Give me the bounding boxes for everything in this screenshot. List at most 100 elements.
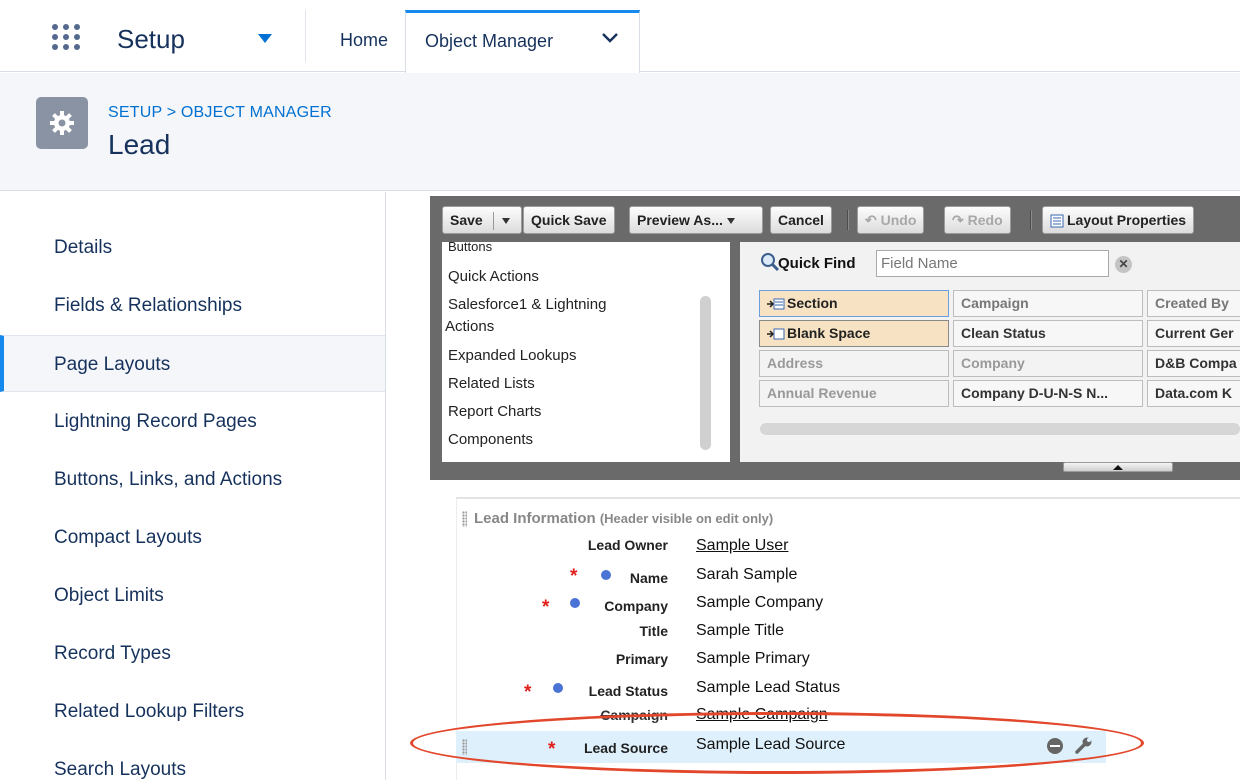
field-label-name: Name bbox=[629, 570, 668, 586]
always-on-layout-dot bbox=[570, 598, 580, 608]
app-name: Setup bbox=[117, 24, 185, 54]
app-menu-caret-icon[interactable] bbox=[258, 34, 272, 43]
quick-find-input[interactable] bbox=[876, 250, 1109, 277]
preview-dropdown-caret-icon[interactable] bbox=[726, 218, 735, 225]
palette-category-actions[interactable]: Actions bbox=[445, 318, 494, 335]
palette-field-blank-space[interactable]: Blank Space bbox=[759, 320, 949, 347]
palette-field-company-duns[interactable]: Company D-U-N-S N... bbox=[953, 380, 1143, 407]
field-value-title[interactable]: Sample Title bbox=[696, 622, 784, 640]
quick-save-button[interactable]: Quick Save bbox=[523, 206, 615, 234]
palette-field-current-generator[interactable]: Current Ger bbox=[1147, 320, 1240, 347]
sidebar-item-search-layouts[interactable]: Search Layouts bbox=[0, 741, 385, 780]
tab-object-manager[interactable]: Object Manager bbox=[405, 10, 640, 73]
palette-category-components[interactable]: Components bbox=[448, 431, 533, 448]
sidebar-item-details[interactable]: Details bbox=[0, 219, 385, 276]
field-value-name[interactable]: Sarah Sample bbox=[696, 566, 797, 584]
field-label-title: Title bbox=[639, 623, 668, 639]
undo-button[interactable]: ↶ Undo bbox=[857, 206, 925, 234]
layout-properties-icon bbox=[1050, 214, 1064, 228]
palette-category-quick-actions[interactable]: Quick Actions bbox=[448, 268, 539, 285]
palette-field-address[interactable]: Address bbox=[759, 350, 949, 377]
section-note: (Header visible on edit only) bbox=[599, 511, 774, 526]
field-value-primary[interactable]: Sample Primary bbox=[696, 650, 810, 668]
app-launcher-icon[interactable] bbox=[52, 24, 88, 50]
layout-toolbar: Save Quick Save Preview As... Cancel ↶ U… bbox=[442, 206, 1240, 236]
palette-field-campaign[interactable]: Campaign bbox=[953, 290, 1143, 317]
breadcrumb-separator: > bbox=[162, 104, 181, 121]
sidebar-item-compact-layouts[interactable]: Compact Layouts bbox=[0, 509, 385, 566]
search-icon bbox=[761, 253, 780, 272]
save-button-label: Save bbox=[450, 212, 483, 228]
collapse-palette-handle[interactable] bbox=[1063, 462, 1173, 472]
palette-horizontal-scrollbar[interactable] bbox=[760, 423, 1240, 435]
preview-as-button[interactable]: Preview As... bbox=[629, 206, 763, 234]
redo-label: Redo bbox=[967, 212, 1003, 228]
toolbar-separator bbox=[847, 210, 849, 230]
field-label-company: Company bbox=[604, 598, 668, 614]
redo-icon: ↷ bbox=[952, 212, 964, 228]
field-value-company[interactable]: Sample Company bbox=[696, 594, 823, 612]
page-title: Lead bbox=[108, 129, 171, 160]
required-asterisk: * bbox=[570, 566, 578, 587]
field-value-lead-owner[interactable]: Sample User bbox=[696, 537, 788, 555]
field-value-lead-status[interactable]: Sample Lead Status bbox=[696, 679, 840, 697]
collapse-arrow-icon bbox=[1113, 465, 1123, 470]
palette-category-salesforce1-lightning[interactable]: Salesforce1 & Lightning bbox=[448, 296, 606, 313]
blank-space-icon bbox=[767, 328, 785, 340]
section-title-text: Lead Information bbox=[474, 510, 596, 527]
save-dropdown-caret-icon[interactable] bbox=[501, 218, 510, 225]
sidebar-item-object-limits[interactable]: Object Limits bbox=[0, 567, 385, 624]
field-label-primary: Primary bbox=[615, 651, 668, 667]
palette-field-data-com-key[interactable]: Data.com K bbox=[1147, 380, 1240, 407]
save-button[interactable]: Save bbox=[442, 206, 522, 234]
sidebar-item-record-types[interactable]: Record Types bbox=[0, 625, 385, 682]
nav-divider bbox=[305, 10, 306, 62]
section-title[interactable]: Lead Information (Header visible on edit… bbox=[474, 510, 773, 527]
sidebar-item-related-lookup-filters[interactable]: Related Lookup Filters bbox=[0, 683, 385, 740]
palette-scrollbar[interactable] bbox=[700, 296, 711, 450]
layout-properties-button[interactable]: Layout Properties bbox=[1042, 206, 1195, 234]
palette-category-buttons[interactable]: Buttons bbox=[448, 242, 492, 255]
palette-field-annual-revenue[interactable]: Annual Revenue bbox=[759, 380, 949, 407]
global-header: Setup Home Object Manager bbox=[0, 0, 1240, 73]
page-header: SETUP > OBJECT MANAGER Lead bbox=[0, 73, 1240, 191]
sidebar-item-page-layouts[interactable]: Page Layouts bbox=[0, 335, 385, 392]
palette-category-list: Buttons Quick Actions Salesforce1 & Ligh… bbox=[442, 242, 730, 462]
chevron-down-icon[interactable] bbox=[601, 31, 619, 45]
clear-search-icon[interactable]: ✕ bbox=[1115, 256, 1132, 273]
always-on-layout-dot bbox=[553, 683, 563, 693]
cancel-button[interactable]: Cancel bbox=[770, 206, 832, 234]
palette-field-dnb-company[interactable]: D&B Compa bbox=[1147, 350, 1240, 377]
palette-field-label: Section bbox=[787, 295, 838, 311]
palette-category-related-lists[interactable]: Related Lists bbox=[448, 375, 535, 392]
split-divider bbox=[492, 212, 494, 231]
sidebar-item-fields-relationships[interactable]: Fields & Relationships bbox=[0, 277, 385, 334]
layout-properties-label: Layout Properties bbox=[1067, 212, 1187, 228]
redo-button[interactable]: ↷ Redo bbox=[944, 206, 1011, 234]
breadcrumb-object-manager[interactable]: OBJECT MANAGER bbox=[181, 104, 332, 121]
breadcrumb-setup[interactable]: SETUP bbox=[108, 104, 162, 121]
quick-find-label: Quick Find bbox=[778, 255, 856, 272]
sidebar-item-lightning-record-pages[interactable]: Lightning Record Pages bbox=[0, 393, 385, 450]
always-on-layout-dot bbox=[601, 570, 611, 580]
required-asterisk: * bbox=[542, 597, 550, 618]
tab-object-manager-label: Object Manager bbox=[425, 31, 554, 51]
tab-home[interactable]: Home bbox=[340, 30, 388, 51]
preview-as-label: Preview As... bbox=[637, 212, 723, 228]
palette-category-report-charts[interactable]: Report Charts bbox=[448, 403, 541, 420]
palette-field-company[interactable]: Company bbox=[953, 350, 1143, 377]
palette-category-expanded-lookups[interactable]: Expanded Lookups bbox=[448, 347, 576, 364]
undo-icon: ↶ bbox=[865, 212, 877, 228]
drag-handle-icon[interactable] bbox=[462, 511, 467, 527]
field-label-lead-status: Lead Status bbox=[588, 683, 668, 699]
highlight-annotation bbox=[410, 712, 1144, 774]
palette-field-created-by[interactable]: Created By bbox=[1147, 290, 1240, 317]
sidebar-item-buttons-links-actions[interactable]: Buttons, Links, and Actions bbox=[0, 451, 385, 508]
sidebar: Details Fields & Relationships Page Layo… bbox=[0, 192, 386, 780]
section-icon bbox=[767, 298, 785, 310]
required-asterisk: * bbox=[524, 682, 532, 703]
palette-field-clean-status[interactable]: Clean Status bbox=[953, 320, 1143, 347]
toolbar-separator bbox=[1030, 210, 1032, 230]
palette-field-section[interactable]: Section bbox=[759, 290, 949, 317]
undo-label: Undo bbox=[880, 212, 917, 228]
